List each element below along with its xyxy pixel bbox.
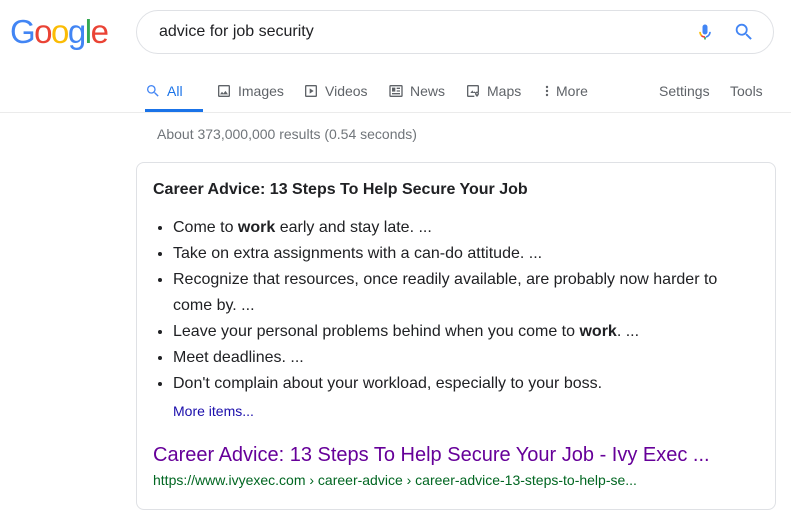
map-pin-icon [467,85,479,97]
tab-label: More [556,83,588,99]
item-bold: work [237,219,276,236]
tab-maps[interactable]: Maps [465,70,521,112]
logo-letter: o [34,13,52,50]
item-bold: work [579,323,617,340]
logo-letter: o [51,13,69,50]
item-text: Come to [173,219,238,236]
item-text: Leave your personal problems behind when… [173,323,580,340]
tab-label: Images [238,83,284,99]
logo-letter: G [10,13,36,50]
tab-label: Maps [487,83,522,99]
snippet-title: Career Advice: 13 Steps To Help Secure Y… [153,181,528,198]
search-icon [147,85,159,97]
video-icon [305,85,317,97]
list-item: Don't complain about your workload, espe… [173,371,753,397]
tab-more[interactable]: More [542,70,588,112]
featured-snippet: Career Advice: 13 Steps To Help Secure Y… [136,162,776,510]
logo-letter: g [67,13,86,50]
search-box[interactable] [136,10,774,54]
google-logo[interactable]: Google [10,12,109,52]
result-url: https://www.ivyexec.com › career-advice … [153,472,637,488]
tab-label: News [410,83,446,99]
item-text: Don't complain about your workload, espe… [173,375,603,392]
more-items-link[interactable]: More items... [173,403,254,419]
image-icon [218,85,230,97]
tab-label: Tools [730,83,763,99]
tab-label: All [167,83,183,99]
list-item: Recognize that resources, once readily a… [173,267,753,319]
more-vert-icon [545,85,549,97]
list-item: Take on extra assignments with a can-do … [173,241,753,267]
tab-settings[interactable]: Settings [659,70,710,112]
item-text: early and stay late. ... [275,219,432,236]
header-divider [0,112,791,113]
tab-tools[interactable]: Tools [730,70,763,112]
news-icon [389,85,403,97]
microphone-icon[interactable] [695,20,715,44]
search-icon[interactable] [733,21,755,43]
logo-letter: e [90,13,109,50]
tab-all[interactable]: All [145,70,203,112]
tab-news[interactable]: News [388,70,445,112]
tab-videos[interactable]: Videos [303,70,368,112]
item-text: Meet deadlines. ... [173,349,304,366]
item-text: . ... [616,323,640,340]
tab-label: Videos [325,83,368,99]
result-title-link[interactable]: Career Advice: 13 Steps To Help Secure Y… [153,444,710,467]
list-item: Meet deadlines. ... [173,345,753,371]
search-input[interactable] [157,22,695,42]
snippet-list: Come to work early and stay late. ... Ta… [153,215,753,397]
result-stats: About 373,000,000 results (0.54 seconds) [157,126,417,142]
item-text: Recognize that resources, once readily a… [173,271,718,314]
tab-label: Settings [659,83,710,99]
list-item: Leave your personal problems behind when… [173,319,753,345]
list-item: Come to work early and stay late. ... [173,215,753,241]
search-tabs: All Images Videos News Maps More Setting… [145,70,791,112]
item-text: Take on extra assignments with a can-do … [173,245,543,262]
tab-images[interactable]: Images [216,70,284,112]
